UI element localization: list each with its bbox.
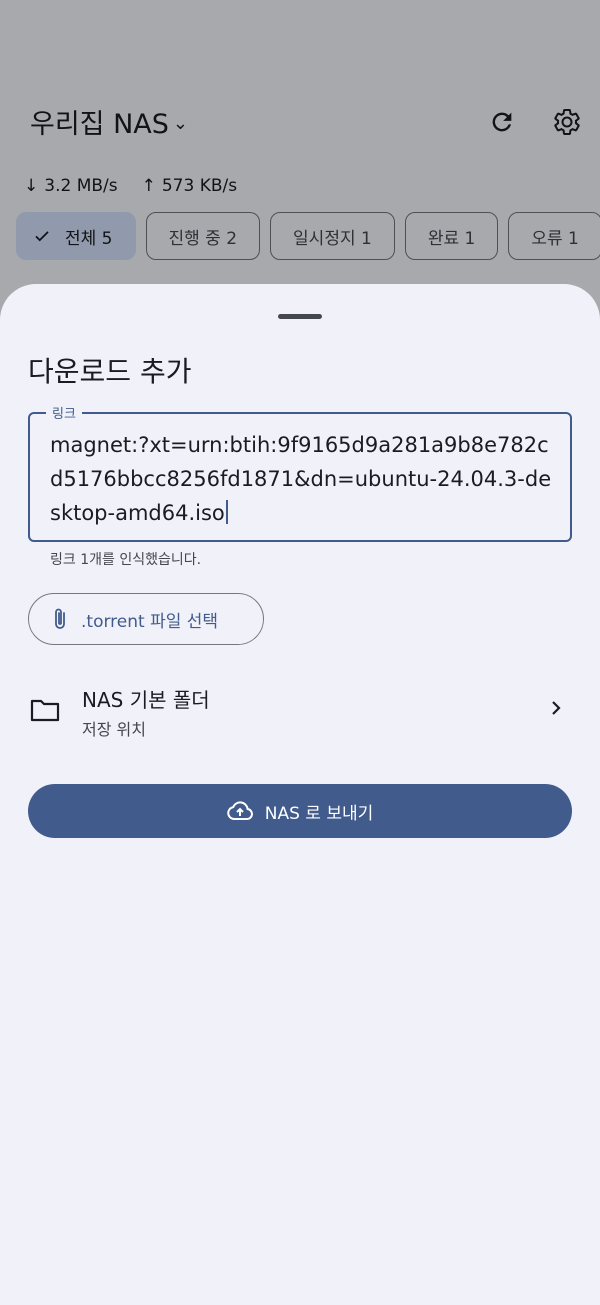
link-field-label: 링크	[46, 403, 82, 422]
folder-title: NAS 기본 폴더	[82, 688, 210, 712]
paperclip-icon	[55, 608, 65, 629]
drag-handle[interactable]	[278, 314, 322, 319]
select-torrent-file-label: .torrent 파일 선택	[81, 611, 219, 632]
link-input-text: magnet:?xt=urn:btih:9f9165d9a281a9b8e782…	[50, 433, 552, 525]
send-to-nas-button[interactable]: NAS 로 보내기	[28, 784, 572, 838]
text-cursor	[225, 500, 228, 524]
link-helper-text: 링크 1개를 인식했습니다.	[50, 552, 202, 568]
link-field[interactable]: 링크 magnet:?xt=urn:btih:9f9165d9a281a9b8e…	[28, 403, 572, 542]
add-download-sheet: 다운로드 추가 링크 magnet:?xt=urn:btih:9f9165d9a…	[0, 284, 600, 1305]
sheet-title: 다운로드 추가	[28, 355, 192, 388]
chevron-right-icon	[552, 701, 561, 715]
folder-subtitle: 저장 위치	[82, 720, 146, 739]
cloud-upload-icon	[227, 801, 253, 820]
folder-icon	[30, 699, 60, 722]
send-to-nas-label: NAS 로 보내기	[264, 803, 374, 824]
select-torrent-file-button[interactable]: .torrent 파일 선택	[28, 593, 264, 645]
link-input[interactable]: magnet:?xt=urn:btih:9f9165d9a281a9b8e782…	[50, 428, 556, 530]
save-location-row[interactable]: NAS 기본 폴더 저장 위치	[0, 668, 600, 750]
